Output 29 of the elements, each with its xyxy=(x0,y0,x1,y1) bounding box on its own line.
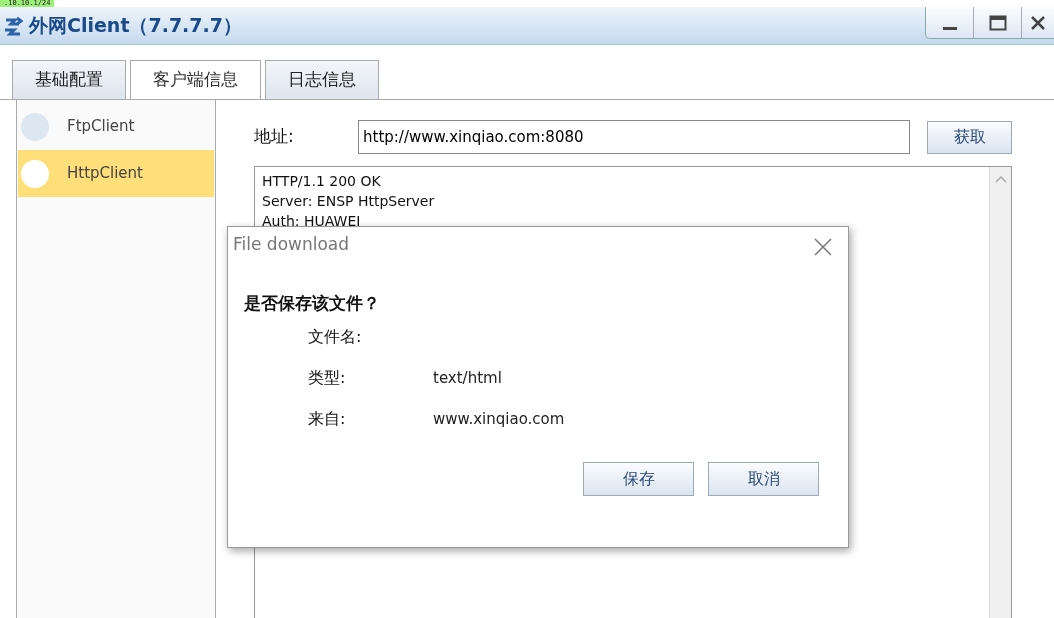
close-icon xyxy=(812,235,834,258)
minimize-icon xyxy=(942,27,957,30)
response-line: Server: ENSP HttpServer xyxy=(262,192,436,211)
tab[interactable]: 日志信息 xyxy=(265,60,379,99)
close-icon xyxy=(1030,14,1046,31)
tab[interactable]: 基础配置 xyxy=(12,60,126,99)
field-value: text/html xyxy=(433,367,502,389)
maximize-icon xyxy=(988,14,1007,31)
dialog-title: File download xyxy=(233,233,350,257)
circle-icon xyxy=(21,112,49,141)
fetch-button[interactable]: 获取 xyxy=(927,120,1012,154)
field-label: 文件名: xyxy=(308,326,363,348)
scrollbar[interactable] xyxy=(989,167,1011,618)
circle-icon xyxy=(21,159,49,188)
field-value: www.xinqiao.com xyxy=(433,408,565,430)
dialog-button[interactable]: 取消 xyxy=(708,461,819,496)
address-label: 地址: xyxy=(254,125,295,149)
dialog-button[interactable]: 保存 xyxy=(583,461,694,496)
response-line: Auth: HUAWEI xyxy=(262,212,362,231)
dialog-question: 是否保存该文件？ xyxy=(244,292,381,315)
window-title: 外网Client（7.7.7.7） xyxy=(29,13,242,39)
network-icon xyxy=(3,14,25,37)
sidebar-item[interactable]: HttpClient xyxy=(18,150,214,197)
response-line: HTTP/1.1 200 OK xyxy=(262,172,382,191)
field-label: 来自: xyxy=(308,408,347,430)
field-label: 类型: xyxy=(308,367,347,389)
tab[interactable]: 客户端信息 xyxy=(130,60,261,99)
address-field[interactable]: http://www.xinqiao.com:8080 xyxy=(358,120,910,154)
sidebar-item[interactable]: FtpClient xyxy=(18,103,214,150)
